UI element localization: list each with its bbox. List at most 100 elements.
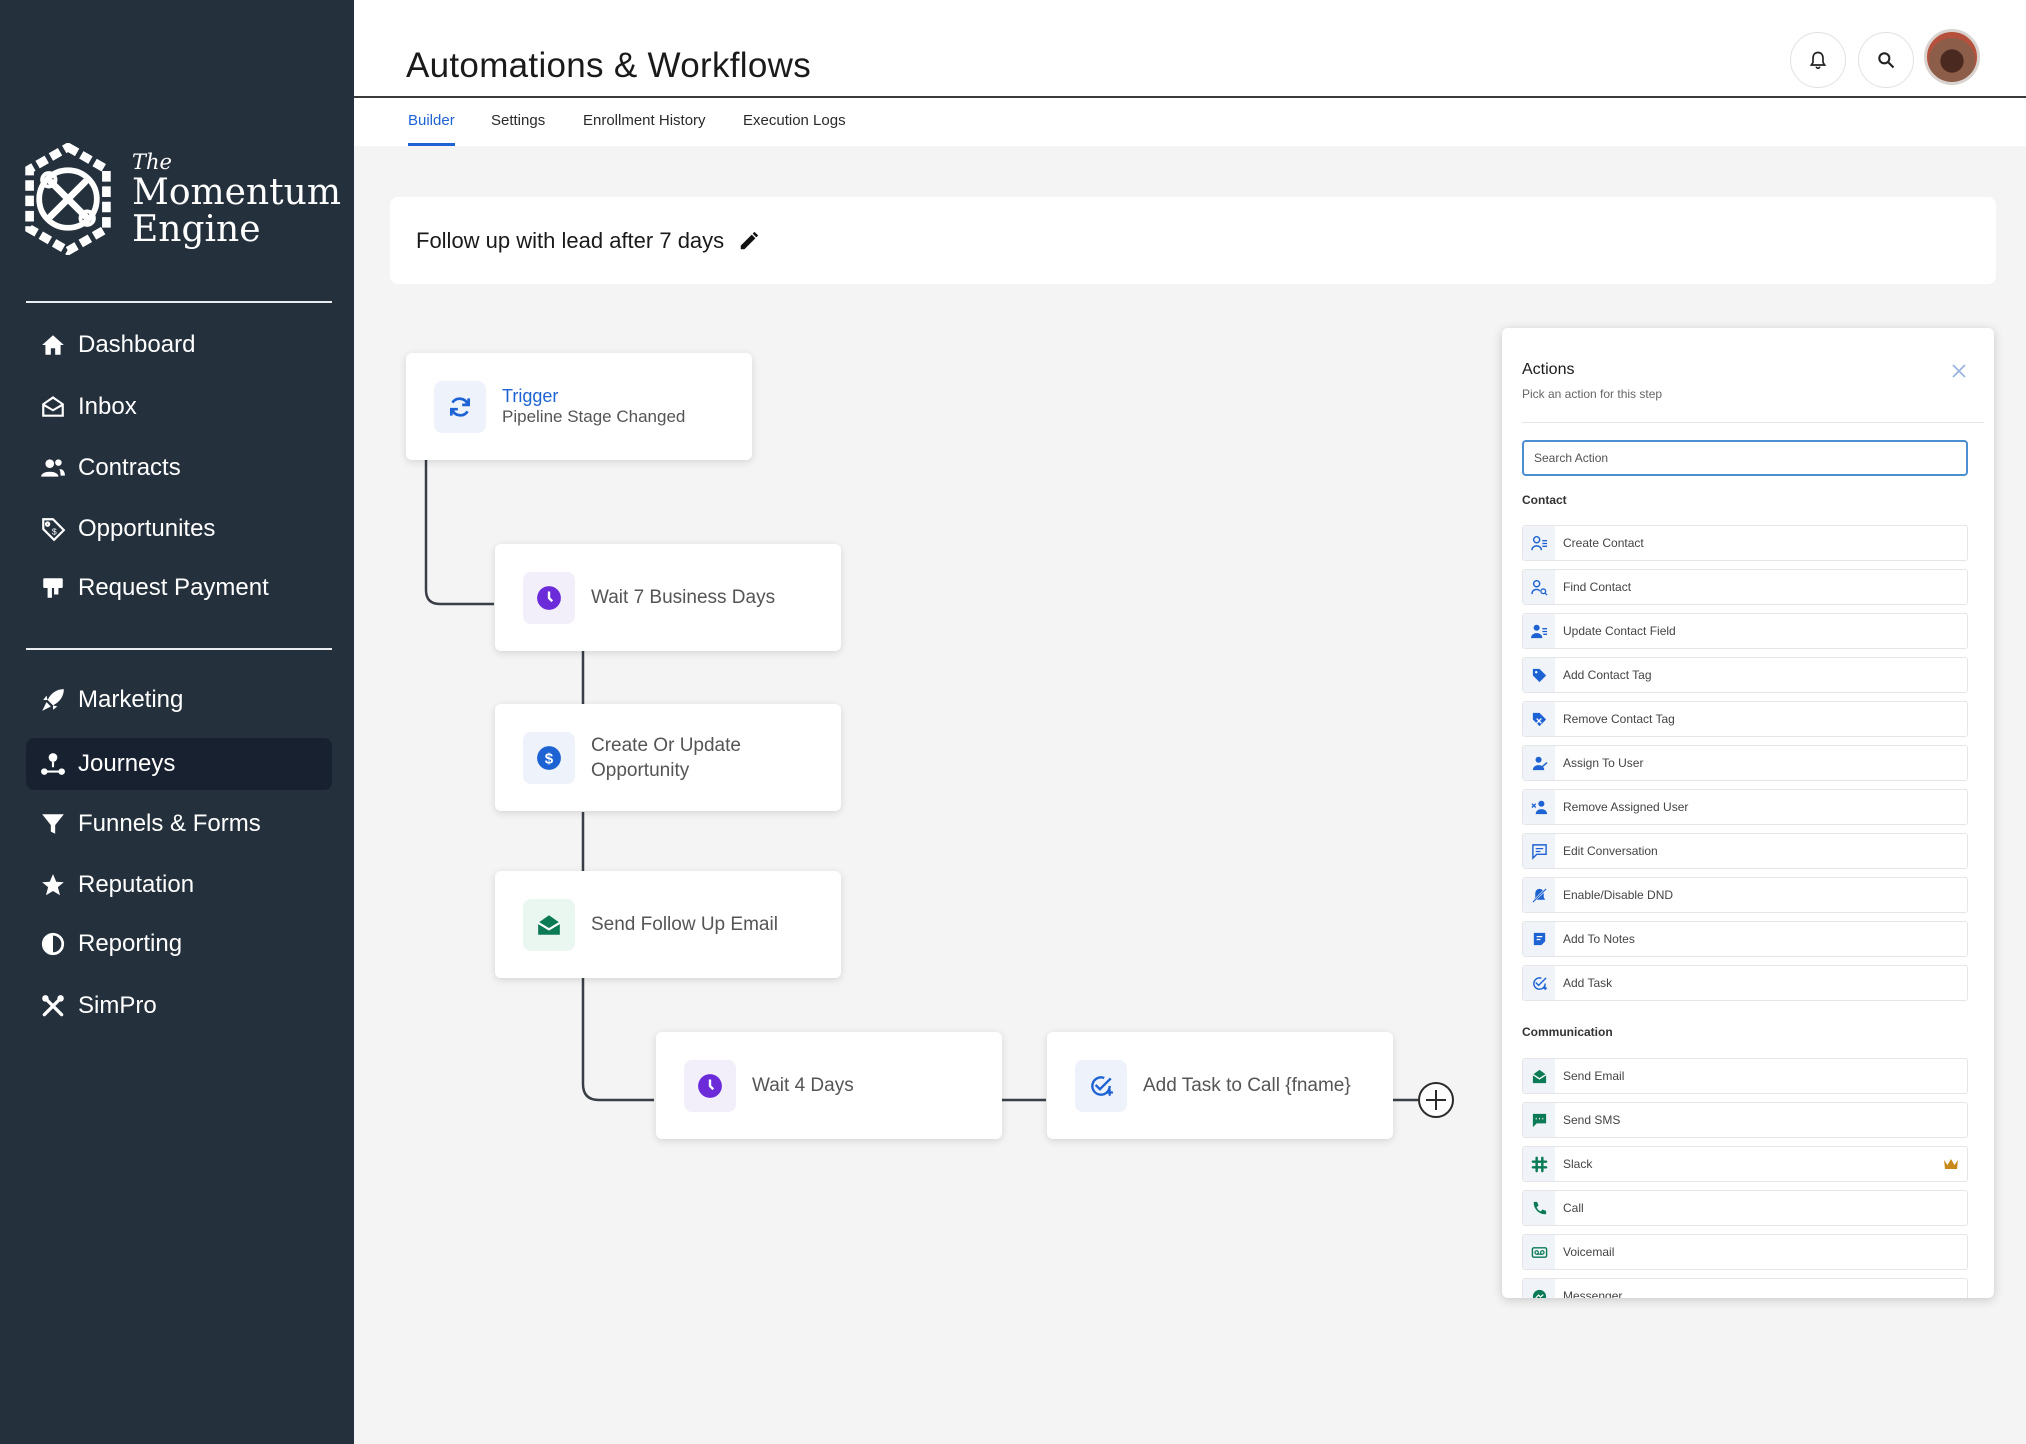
node-label-line2: Opportunity — [591, 759, 690, 781]
tab-builder[interactable]: Builder — [408, 112, 455, 146]
sidebar-item-label: Contracts — [78, 454, 181, 481]
panel-title: Actions — [1522, 361, 1575, 378]
notifications-button[interactable] — [1790, 32, 1846, 88]
action-label: Slack — [1563, 1157, 1593, 1171]
action-remove-assigned-user[interactable]: Remove Assigned User — [1522, 789, 1968, 825]
action-update-contact-field[interactable]: Update Contact Field — [1522, 613, 1968, 649]
edit-pencil-icon[interactable] — [738, 230, 760, 252]
sidebar-item-opportunites[interactable]: $ Opportunites — [26, 503, 332, 555]
inbox-icon — [38, 392, 68, 422]
sms-icon — [1523, 1103, 1555, 1137]
sidebar-item-contracts[interactable]: Contracts — [26, 442, 332, 494]
voicemail-icon — [1523, 1235, 1555, 1269]
search-action-input[interactable] — [1522, 440, 1968, 476]
sidebar-item-label: SimPro — [78, 992, 157, 1019]
action-label: Add Contact Tag — [1563, 668, 1652, 682]
action-label: Voicemail — [1563, 1245, 1615, 1259]
group-label-communication: Communication — [1522, 1025, 1613, 1039]
action-add-task[interactable]: Add Task — [1522, 965, 1968, 1001]
action-enable-disable-dnd[interactable]: Enable/Disable DND — [1522, 877, 1968, 913]
tab-enrollment-history[interactable]: Enrollment History — [583, 112, 706, 146]
email-node[interactable]: Send Follow Up Email — [495, 871, 841, 978]
action-assign-to-user[interactable]: Assign To User — [1522, 745, 1968, 781]
action-label: Find Contact — [1563, 580, 1632, 594]
sidebar-divider — [26, 648, 332, 650]
node-label: Send Follow Up Email — [591, 914, 778, 935]
sidebar-item-label: Opportunites — [78, 515, 216, 542]
action-label: Assign To User — [1563, 756, 1644, 770]
close-icon[interactable] — [1950, 362, 1968, 380]
tag-dollar-icon: $ — [38, 514, 68, 544]
action-add-to-notes[interactable]: Add To Notes — [1522, 921, 1968, 957]
sidebar-item-label: Request Payment — [78, 574, 269, 601]
home-icon — [38, 330, 68, 360]
sidebar-item-reporting[interactable]: Reporting — [26, 918, 332, 970]
action-label: Add Task — [1563, 976, 1613, 990]
chat-edit-icon — [1523, 834, 1555, 868]
svg-text:$: $ — [545, 750, 554, 767]
tag-icon — [1523, 658, 1555, 692]
plus-icon — [1426, 1090, 1446, 1110]
task-check-icon — [1075, 1059, 1127, 1112]
task-node[interactable]: Add Task to Call {fname} — [1047, 1032, 1393, 1139]
trigger-subtitle: Pipeline Stage Changed — [502, 407, 686, 426]
slack-icon — [1523, 1147, 1555, 1181]
node-label: Add Task to Call {fname} — [1143, 1075, 1351, 1096]
sidebar-item-funnels-forms[interactable]: Funnels & Forms — [26, 798, 332, 850]
opportunity-node[interactable]: $ Create Or Update Opportunity — [495, 704, 841, 811]
action-add-contact-tag[interactable]: Add Contact Tag — [1522, 657, 1968, 693]
action-create-contact[interactable]: Create Contact — [1522, 525, 1968, 561]
action-voicemail[interactable]: Voicemail — [1522, 1234, 1968, 1270]
tab-settings[interactable]: Settings — [491, 112, 545, 146]
bell-off-icon — [1523, 878, 1555, 912]
sidebar-item-marketing[interactable]: Marketing — [26, 674, 332, 726]
actions-panel: Actions Pick an action for this step Con… — [1502, 328, 1994, 1298]
rocket-icon — [38, 685, 68, 715]
sidebar-item-simpro[interactable]: SimPro — [26, 980, 332, 1032]
brand-logo[interactable]: The Momentum Engine — [20, 143, 341, 255]
tag-remove-icon — [1523, 702, 1555, 736]
clock-icon — [523, 571, 575, 624]
wait-node[interactable]: Wait 7 Business Days — [495, 544, 841, 651]
sidebar-item-label: Inbox — [78, 393, 137, 420]
workflow-canvas[interactable]: Trigger Pipeline Stage Changed Wait 7 Bu… — [354, 300, 1494, 1200]
sidebar-item-inbox[interactable]: Inbox — [26, 381, 332, 433]
trigger-node[interactable]: Trigger Pipeline Stage Changed — [406, 353, 752, 460]
action-find-contact[interactable]: Find Contact — [1522, 569, 1968, 605]
crown-premium-icon — [1944, 1159, 1958, 1169]
action-label: Send Email — [1563, 1069, 1625, 1083]
avatar[interactable] — [1924, 29, 1980, 85]
node-label: Wait 7 Business Days — [591, 587, 776, 608]
sidebar-item-request-payment[interactable]: Request Payment — [26, 562, 332, 614]
action-label: Create Contact — [1563, 536, 1644, 550]
add-step-button[interactable] — [1418, 1082, 1454, 1118]
sidebar-item-journeys[interactable]: Journeys — [26, 738, 332, 790]
action-call[interactable]: Call — [1522, 1190, 1968, 1226]
action-messenger[interactable]: Messenger — [1522, 1278, 1968, 1298]
top-header: Automations & Workflows — [354, 0, 2026, 98]
group-label-contact: Contact — [1522, 493, 1567, 507]
sidebar-item-label: Dashboard — [78, 331, 196, 358]
sidebar-divider — [26, 301, 332, 303]
refresh-icon — [434, 380, 486, 433]
action-remove-contact-tag[interactable]: Remove Contact Tag — [1522, 701, 1968, 737]
clock-icon — [684, 1059, 736, 1112]
action-send-email[interactable]: Send Email — [1522, 1058, 1968, 1094]
sidebar: The Momentum Engine Dashboard Inbox Cont… — [0, 0, 354, 1444]
sidebar-item-dashboard[interactable]: Dashboard — [26, 319, 332, 371]
person-assign-icon — [1523, 746, 1555, 780]
action-send-sms[interactable]: Send SMS — [1522, 1102, 1968, 1138]
action-edit-conversation[interactable]: Edit Conversation — [1522, 833, 1968, 869]
search-button[interactable] — [1858, 32, 1914, 88]
journey-icon — [38, 749, 68, 779]
sidebar-item-label: Reporting — [78, 930, 183, 957]
person-search-icon — [1523, 570, 1555, 604]
tab-execution-logs[interactable]: Execution Logs — [743, 112, 846, 146]
action-label: Call — [1563, 1201, 1584, 1215]
wait-node-2[interactable]: Wait 4 Days — [656, 1032, 1002, 1139]
payment-icon — [38, 573, 68, 603]
action-slack[interactable]: Slack — [1522, 1146, 1968, 1182]
sidebar-item-reputation[interactable]: Reputation — [26, 859, 332, 911]
person-remove-icon — [1523, 790, 1555, 824]
pie-icon — [38, 929, 68, 959]
